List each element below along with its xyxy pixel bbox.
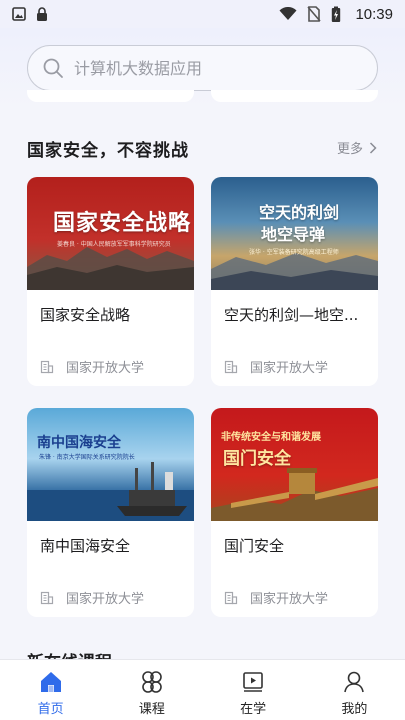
building-icon xyxy=(40,591,54,604)
thumbnail-title: 国门安全 xyxy=(223,449,291,469)
nav-label: 在学 xyxy=(240,702,267,717)
provider-name: 国家开放大学 xyxy=(66,361,145,376)
course-thumbnail: 非传统安全与和谐发展 国门安全 xyxy=(211,408,378,521)
course-provider: 国家开放大学 xyxy=(224,588,328,607)
thumbnail-subtitle: 朱锋 · 南京大学国际关系研究院院长 xyxy=(39,454,135,461)
chevron-right-icon xyxy=(369,141,377,154)
thumbnail-subtitle: 姜春良 · 中国人民解放军军事科学院研究员 xyxy=(57,241,171,248)
previous-card-edge[interactable] xyxy=(211,90,378,102)
thumbnail-title: 南中国海安全 xyxy=(37,435,121,451)
course-card[interactable]: 南中国海安全 朱锋 · 南京大学国际关系研究院院长 南中国海安全 国家开放大学 xyxy=(27,408,194,617)
more-link[interactable]: 更多 xyxy=(337,138,377,157)
gallery-notification-icon xyxy=(12,7,26,21)
status-bar: 10:39 xyxy=(0,0,405,28)
nav-label: 课程 xyxy=(138,702,165,717)
course-provider: 国家开放大学 xyxy=(224,357,328,376)
nav-courses[interactable]: 课程 xyxy=(112,660,192,717)
battery-charging-icon xyxy=(331,6,341,23)
search-input[interactable] xyxy=(74,58,334,78)
building-icon xyxy=(40,360,54,373)
provider-name: 国家开放大学 xyxy=(66,592,145,607)
thumbnail-title: 国家安全战略 xyxy=(53,210,192,236)
wifi-icon xyxy=(279,7,297,21)
nav-profile[interactable]: 我的 xyxy=(314,660,394,717)
nav-learning[interactable]: 在学 xyxy=(213,660,293,717)
nav-label: 我的 xyxy=(341,702,368,717)
building-icon xyxy=(224,591,238,604)
provider-name: 国家开放大学 xyxy=(250,592,329,607)
course-title: 空天的利剑—地空... xyxy=(224,306,359,324)
course-title: 国家安全战略 xyxy=(40,306,131,324)
course-card[interactable]: 非传统安全与和谐发展 国门安全 国门安全 国家开放大学 xyxy=(211,408,378,617)
course-card[interactable]: 空天的利剑 地空导弹 张华 · 空军装备研究院高级工程师 空天的利剑—地空...… xyxy=(211,177,378,386)
clock: 10:39 xyxy=(355,5,393,23)
course-provider: 国家开放大学 xyxy=(40,357,144,376)
provider-name: 国家开放大学 xyxy=(250,361,329,376)
course-thumbnail: 空天的利剑 地空导弹 张华 · 空军装备研究院高级工程师 xyxy=(211,177,378,290)
learning-icon xyxy=(243,672,263,692)
thumbnail-subtitle: 张华 · 空军装备研究院高级工程师 xyxy=(249,249,339,256)
course-thumbnail: 国家安全战略 姜春良 · 中国人民解放军军事科学院研究员 xyxy=(27,177,194,290)
more-label: 更多 xyxy=(336,142,363,157)
home-icon xyxy=(40,672,61,692)
nav-home[interactable]: 首页 xyxy=(11,660,91,717)
no-sim-icon xyxy=(307,6,322,22)
building-icon xyxy=(224,360,238,373)
course-title: 国门安全 xyxy=(224,537,285,555)
course-title: 南中国海安全 xyxy=(40,537,131,555)
profile-icon xyxy=(344,671,365,693)
course-card[interactable]: 国家安全战略 姜春良 · 中国人民解放军军事科学院研究员 国家安全战略 国家开放… xyxy=(27,177,194,386)
previous-card-edge[interactable] xyxy=(27,90,194,102)
search-bar[interactable] xyxy=(27,45,378,91)
thumbnail-subtitle: 非传统安全与和谐发展 xyxy=(221,432,321,443)
course-provider: 国家开放大学 xyxy=(40,588,144,607)
thumbnail-title-line2: 地空导弹 xyxy=(261,225,326,244)
lock-notification-icon xyxy=(36,7,48,21)
section-title: 国家安全，不容挑战 xyxy=(27,141,189,161)
bottom-nav: 首页 课程 在学 我的 xyxy=(0,659,405,720)
nav-label: 首页 xyxy=(37,702,64,717)
search-icon xyxy=(43,58,63,78)
thumbnail-title-line1: 空天的利剑 xyxy=(259,203,340,222)
courses-icon xyxy=(142,671,162,693)
course-thumbnail: 南中国海安全 朱锋 · 南京大学国际关系研究院院长 xyxy=(27,408,194,521)
